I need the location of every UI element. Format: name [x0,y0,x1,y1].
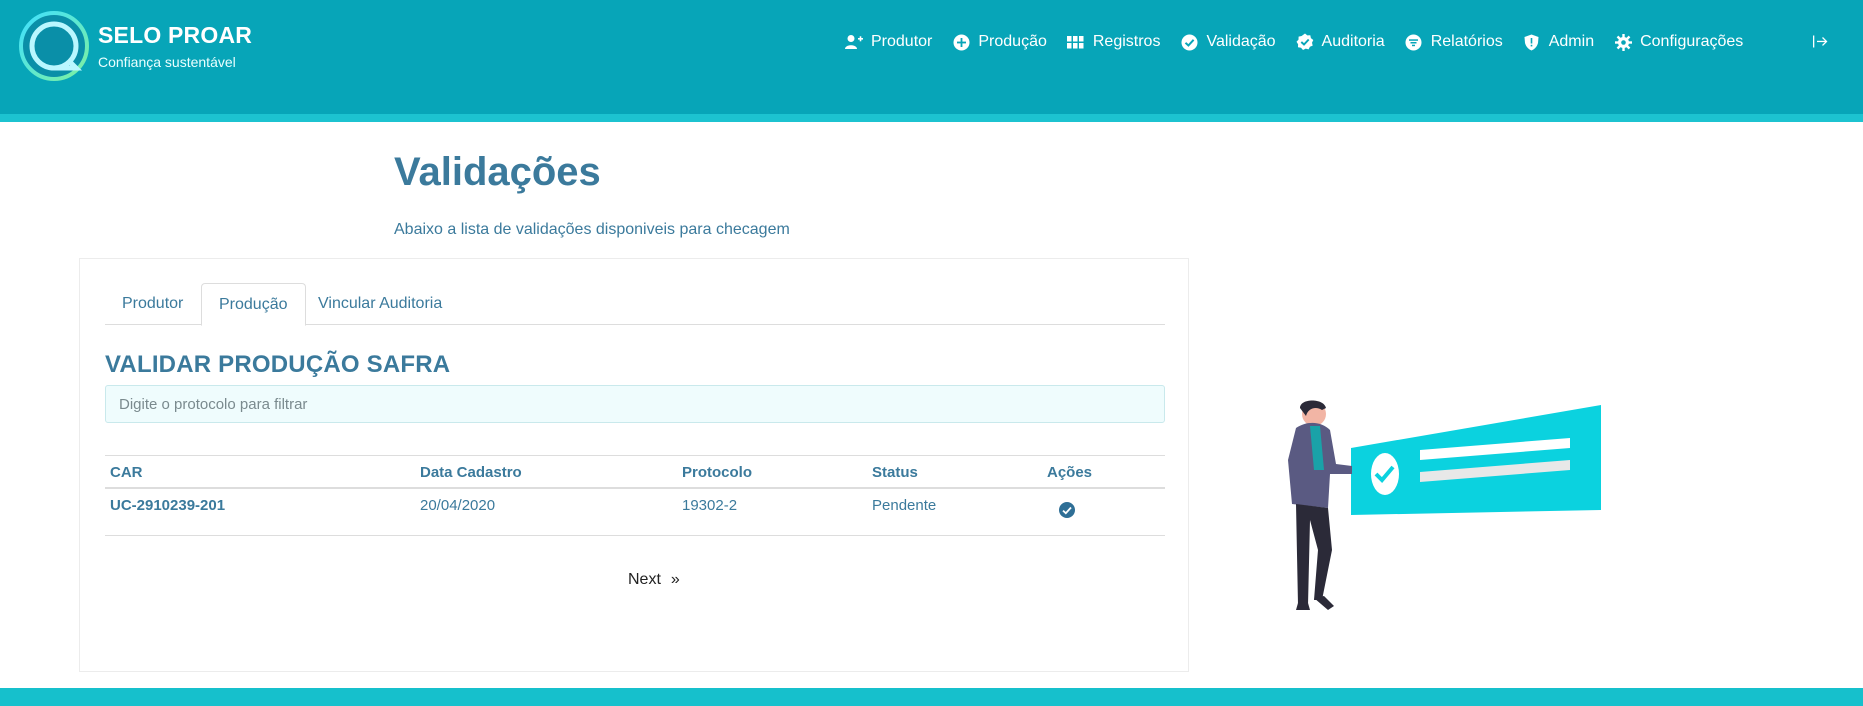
brand-subtitle: Confiança sustentável [98,54,236,70]
nav-item-validacao[interactable]: Validação [1180,33,1276,51]
cell-status: Pendente [872,497,937,514]
col-header-data-cadastro: Data Cadastro [420,464,522,481]
validations-table: CAR Data Cadastro Protocolo Status Ações… [105,455,1165,536]
top-navbar: SELO PROAR Confiança sustentável Produto… [0,0,1863,114]
nav-label-configuracoes: Configurações [1640,33,1744,50]
check-circle-icon [1180,33,1198,51]
user-plus-icon [845,33,863,51]
filter-circle-icon [1405,33,1423,51]
nav-item-admin[interactable]: Admin [1523,33,1594,51]
nav-label-registros: Registros [1092,33,1161,50]
nav-label-relatorios: Relatórios [1430,33,1503,50]
page-title: Validações [394,150,601,194]
tab-producao[interactable]: Produção [201,283,306,326]
col-header-protocolo: Protocolo [682,464,752,481]
nav-item-auditoria[interactable]: Auditoria [1296,33,1385,51]
nav-item-produtor[interactable]: Produtor [845,33,932,51]
nav-item-registros[interactable]: Registros [1067,33,1161,51]
protocol-filter-input[interactable] [105,385,1165,423]
check-badge-icon [1296,33,1314,51]
nav-label-admin: Admin [1548,33,1595,50]
cell-data-cadastro: 20/04/2020 [420,497,496,514]
nav-item-configuracoes[interactable]: Configurações [1614,33,1743,51]
shield-icon [1523,33,1541,51]
gear-icon [1614,33,1632,51]
logout-button[interactable] [1813,35,1828,53]
nav-label-validacao: Validação [1206,33,1276,50]
nav-label-auditoria: Auditoria [1321,33,1385,50]
section-title: VALIDAR PRODUÇÃO SAFRA [105,351,451,378]
next-arrow-icon: » [670,571,680,588]
grid-icon [1067,33,1085,51]
page-description: Abaixo a lista de validações disponiveis… [394,221,790,238]
table-row: UC-2910239-201 20/04/2020 19302-2 Penden… [105,489,1165,536]
table-header: CAR Data Cadastro Protocolo Status Ações [105,455,1165,489]
next-label: Next [628,571,661,588]
col-header-status: Status [872,464,918,481]
plus-circle-icon [952,33,970,51]
validate-action-button[interactable] [1059,502,1075,518]
footer-bar [0,688,1863,706]
check-circle-icon [1062,506,1072,514]
cell-car: UC-2910239-201 [110,497,226,514]
nav-item-relatorios[interactable]: Relatórios [1405,33,1503,51]
nav-label-producao: Produção [978,33,1047,50]
tab-produtor[interactable]: Produtor [105,283,200,325]
col-header-car: CAR [110,464,143,481]
nav-item-producao[interactable]: Produção [952,33,1047,51]
cell-protocolo: 19302-2 [682,497,738,514]
brand-title: SELO PROAR [98,22,253,48]
main-nav: Produtor Produção Registros Validação Au… [845,33,1763,51]
tab-vincular-auditoria[interactable]: Vincular Auditoria [301,283,459,325]
pagination-next[interactable]: Next » [628,571,680,589]
header-stripe [0,114,1863,122]
tab-bar: Produtor Produção Vincular Auditoria [105,283,1165,326]
logout-icon [1813,35,1828,48]
validation-illustration [1288,400,1601,610]
col-header-acoes: Ações [1047,464,1093,481]
nav-label-produtor: Produtor [871,33,933,50]
brand-logo-icon[interactable] [18,10,90,82]
validation-card: Produtor Produção Vincular Auditoria VAL… [79,258,1189,672]
